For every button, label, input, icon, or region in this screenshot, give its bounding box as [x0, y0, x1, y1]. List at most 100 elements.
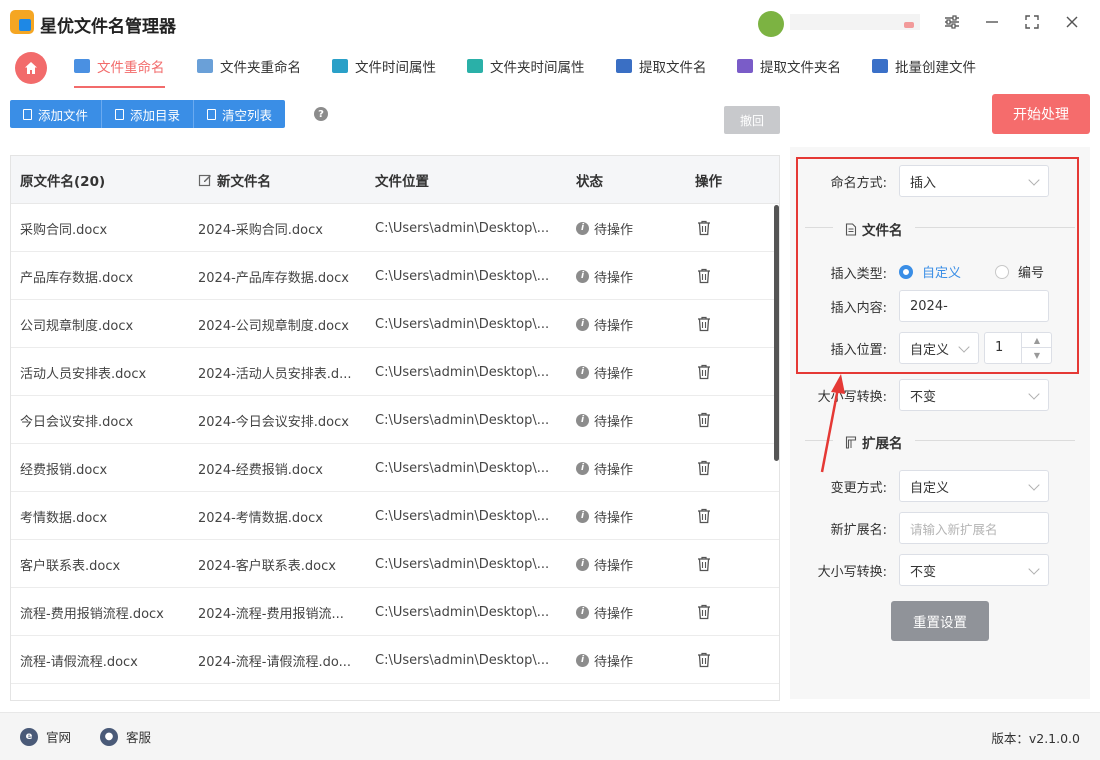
info-icon: i: [576, 653, 589, 667]
status-cell: i 待操作: [576, 636, 676, 684]
table-row[interactable]: 流程-费用报销流程.docx 2024-流程-费用报销流... C:\Users\a…: [11, 588, 779, 636]
new-extension-input[interactable]: 请输入新扩展名: [899, 512, 1049, 544]
case-convert-select[interactable]: 不变: [899, 379, 1049, 411]
status-cell: i 待操作: [576, 252, 676, 300]
trash-icon[interactable]: [697, 508, 711, 524]
help-icon[interactable]: ?: [314, 107, 328, 121]
chevron-down-icon: [1028, 479, 1040, 491]
clear-list-button[interactable]: 清空列表: [194, 100, 286, 128]
delete-cell: [697, 348, 727, 396]
delete-cell: [697, 636, 727, 684]
delete-cell: [697, 252, 727, 300]
divider: [805, 440, 833, 441]
trash-icon[interactable]: [697, 604, 711, 620]
rename-folder-icon: [197, 59, 213, 73]
status-text: 待操作: [594, 366, 634, 382]
info-icon: i: [576, 269, 589, 283]
new-name-cell: 2024-流程-请假流程.do...: [198, 654, 351, 670]
reset-settings-button[interactable]: 重置设置: [891, 601, 989, 641]
tab-extract-foldername[interactable]: 提取文件夹名: [737, 44, 841, 88]
status-cell: i 待操作: [576, 348, 676, 396]
status-text: 待操作: [594, 270, 634, 286]
trash-icon[interactable]: [697, 220, 711, 236]
folder-time-icon: [467, 59, 483, 73]
ext-case-convert-select[interactable]: 不变: [899, 554, 1049, 586]
table-row[interactable]: 客户联系表.docx 2024-客户联系表.docx C:\Users\admin\…: [11, 540, 779, 588]
settings-sliders-icon[interactable]: [940, 10, 964, 34]
chat-icon: ●: [100, 727, 118, 746]
website-link[interactable]: e 官网: [20, 727, 71, 746]
extract-foldername-icon: [737, 59, 753, 73]
tab-file-time[interactable]: 文件时间属性: [332, 44, 436, 88]
table-row[interactable]: 经费报销.docx 2024-经费报销.docx C:\Users\admin\De…: [11, 444, 779, 492]
delete-cell: [697, 300, 727, 348]
document-icon: [23, 108, 32, 120]
tab-file-rename[interactable]: 文件重命名: [74, 44, 165, 88]
status-cell: i 待操作: [576, 396, 676, 444]
extract-filename-icon: [616, 59, 632, 73]
tab-extract-filename[interactable]: 提取文件名: [616, 44, 707, 88]
tab-folder-rename[interactable]: 文件夹重命名: [197, 44, 301, 88]
original-name-cell: 流程-费用报销流程.docx: [20, 606, 164, 622]
ext-case-convert-label: 大小写转换:: [817, 565, 887, 580]
home-button[interactable]: [15, 52, 47, 84]
delete-cell: [697, 588, 727, 636]
support-link[interactable]: ● 客服: [100, 727, 151, 746]
footer: e 官网 ● 客服 版本：v2.1.0.0: [0, 712, 1100, 760]
table-scrollbar[interactable]: [774, 205, 779, 461]
original-name-cell: 活动人员安排表.docx: [20, 366, 147, 382]
table-row[interactable]: 活动人员安排表.docx 2024-活动人员安排表.d... C:\Users\ad…: [11, 348, 779, 396]
add-directory-button[interactable]: 添加目录: [102, 100, 195, 128]
table-row[interactable]: 今日会议安排.docx 2024-今日会议安排.docx C:\Users\admi…: [11, 396, 779, 444]
add-file-button[interactable]: 添加文件: [10, 100, 103, 128]
undo-button[interactable]: 撤回: [724, 106, 780, 134]
tab-batch-create[interactable]: 批量创建文件: [872, 44, 976, 88]
trash-icon[interactable]: [697, 652, 711, 668]
user-name-blurred[interactable]: [790, 14, 920, 30]
status-text: 待操作: [594, 318, 634, 334]
status-text: 待操作: [594, 558, 634, 574]
info-icon: i: [576, 413, 589, 427]
version-label: 版本：v2.1.0.0: [991, 731, 1080, 746]
column-action: 操作: [695, 174, 722, 190]
tab-folder-time[interactable]: 文件夹时间属性: [467, 44, 585, 88]
new-name-cell: 2024-客户联系表.docx: [198, 558, 336, 574]
status-text: 待操作: [594, 414, 634, 430]
annotation-highlight-box: [796, 157, 1079, 374]
trash-icon[interactable]: [697, 316, 711, 332]
status-cell: i 待操作: [576, 540, 676, 588]
home-icon: [25, 62, 37, 74]
minimize-icon[interactable]: [980, 10, 1004, 34]
table-row[interactable]: 公司规章制度.docx 2024-公司规章制度.docx C:\Users\admi…: [11, 300, 779, 348]
table-row[interactable]: 考情数据.docx 2024-考情数据.docx C:\Users\admin\De…: [11, 492, 779, 540]
trash-icon[interactable]: [697, 268, 711, 284]
trash-icon[interactable]: [697, 460, 711, 476]
change-mode-select[interactable]: 自定义: [899, 470, 1049, 502]
delete-cell: [697, 492, 727, 540]
location-cell: C:\Users\admin\Desktop\...: [375, 604, 550, 620]
info-icon: i: [576, 317, 589, 331]
close-icon[interactable]: [1060, 10, 1084, 34]
user-avatar[interactable]: [758, 11, 784, 37]
status-cell: i 待操作: [576, 204, 676, 252]
table-row[interactable]: 采购合同.docx 2024-采购合同.docx C:\Users\admin\De…: [11, 204, 779, 252]
location-cell: C:\Users\admin\Desktop\...: [375, 652, 550, 668]
original-name-cell: 产品库存数据.docx: [20, 270, 134, 286]
trash-icon[interactable]: [697, 364, 711, 380]
app-logo-icon: [10, 10, 34, 34]
new-name-cell: 2024-活动人员安排表.d...: [198, 366, 352, 382]
location-cell: C:\Users\admin\Desktop\...: [375, 268, 550, 284]
title-bar: 星优文件名管理器: [0, 0, 1100, 44]
info-icon: i: [576, 365, 589, 379]
trash-icon[interactable]: [697, 412, 711, 428]
maximize-icon[interactable]: [1020, 10, 1044, 34]
location-cell: C:\Users\admin\Desktop\...: [375, 316, 550, 332]
trash-icon[interactable]: [697, 556, 711, 572]
app-title: 星优文件名管理器: [40, 17, 176, 37]
start-processing-button[interactable]: 开始处理: [992, 94, 1090, 134]
document-icon: [115, 108, 125, 120]
table-row[interactable]: 产品库存数据.docx 2024-产品库存数据.docx C:\Users\admi…: [11, 252, 779, 300]
new-extension-label: 新扩展名:: [830, 523, 887, 538]
location-cell: C:\Users\admin\Desktop\...: [375, 412, 550, 428]
table-row[interactable]: 流程-请假流程.docx 2024-流程-请假流程.do... C:\Users\a…: [11, 636, 779, 684]
